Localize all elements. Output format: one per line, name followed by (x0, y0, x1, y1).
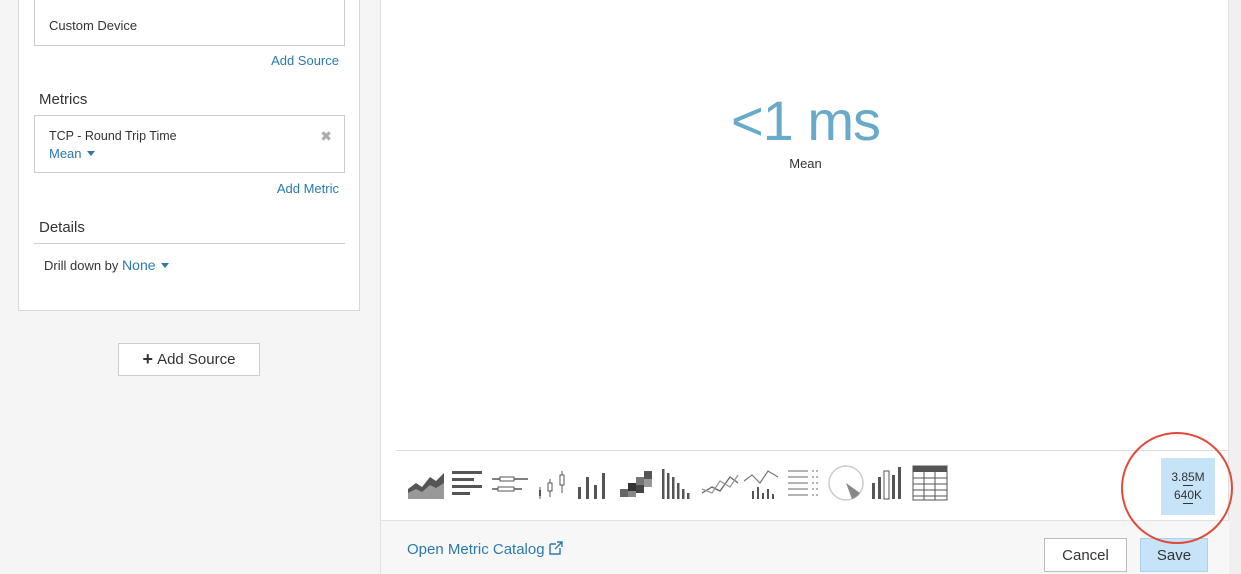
column-chart-icon[interactable] (574, 463, 614, 503)
candlestick-icon[interactable] (532, 463, 572, 503)
details-divider (34, 243, 345, 244)
cancel-button[interactable]: Cancel (1044, 538, 1127, 572)
save-button[interactable]: Save (1140, 538, 1208, 572)
box-plot-icon[interactable] (490, 463, 530, 503)
area-chart-icon[interactable] (406, 463, 446, 503)
preview-value: <1 ms (730, 89, 881, 152)
device-name: Custom Device (49, 18, 138, 33)
chart-type-picker: 3.85M 640K (396, 450, 1230, 520)
external-link-icon (548, 541, 563, 555)
sources-panel: Custom Device Add Source Metrics TCP - R… (0, 0, 380, 574)
metric-name: TCP - Round Trip Time (49, 129, 177, 143)
open-metric-catalog-link[interactable]: Open Metric Catalog (407, 541, 563, 558)
metric-aggregation-dropdown[interactable]: Mean (49, 146, 95, 161)
value-chart-line1: 3.85M (1171, 470, 1205, 484)
table-icon[interactable] (910, 463, 950, 503)
status-chart-icon[interactable] (868, 463, 908, 503)
bar-chart-icon[interactable] (448, 463, 488, 503)
open-metric-catalog-label: Open Metric Catalog (407, 541, 545, 558)
drill-down-label: Drill down by (44, 258, 119, 273)
line-chart-icon[interactable] (700, 463, 740, 503)
add-source-button[interactable]: + Add Source (118, 343, 260, 376)
metrics-title: Metrics (39, 91, 88, 108)
line-column-chart-icon[interactable] (742, 463, 782, 503)
add-metric-link[interactable]: Add Metric (277, 181, 339, 196)
pie-chart-icon[interactable] (826, 463, 866, 503)
preview-caption: Mean (789, 156, 822, 171)
add-source-button-label: Add Source (157, 351, 236, 368)
preview-panel: <1 ms Mean 3.85M 640K Open Metric Catalo… (380, 0, 1230, 574)
value-chart-icon[interactable]: 3.85M 640K (1161, 458, 1215, 515)
value-chart-underline (1183, 485, 1193, 486)
scrollbar-gutter (1229, 0, 1241, 574)
details-title: Details (39, 219, 85, 236)
chart-editor: Custom Device Add Source Metrics TCP - R… (0, 0, 1241, 574)
heatmap-icon[interactable] (616, 463, 656, 503)
metric-item[interactable]: TCP - Round Trip Time Mean ✖ (34, 115, 345, 173)
device-selector[interactable]: Custom Device (34, 0, 345, 46)
editor-footer: Open Metric Catalog Cancel Save (381, 520, 1230, 574)
drill-down-row: Drill down by None (44, 257, 169, 273)
add-source-link[interactable]: Add Source (271, 53, 339, 68)
caret-down-icon (160, 262, 169, 268)
drill-down-dropdown[interactable]: None (122, 257, 169, 273)
source-card: Custom Device Add Source Metrics TCP - R… (18, 0, 360, 311)
histogram-icon[interactable] (658, 463, 698, 503)
metric-aggregation-label: Mean (49, 146, 82, 161)
value-chart-line2: 640K (1173, 488, 1203, 502)
drill-down-value: None (122, 257, 156, 273)
plus-icon: + (142, 349, 154, 369)
list-icon[interactable] (784, 463, 824, 503)
caret-down-icon (86, 151, 95, 157)
close-icon[interactable]: ✖ (320, 128, 332, 145)
value-chart-underline (1183, 503, 1193, 504)
